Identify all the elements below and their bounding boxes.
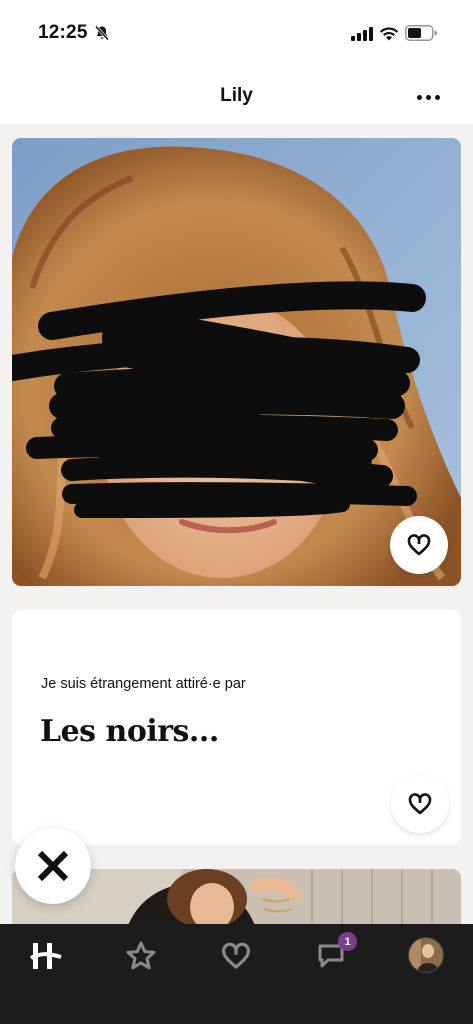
nav-likes[interactable] — [218, 938, 254, 974]
messages-badge: 1 — [338, 932, 357, 951]
like-prompt-button[interactable] — [391, 775, 449, 833]
skip-button[interactable] — [15, 828, 91, 904]
heart-icon — [408, 793, 432, 815]
status-bar: 12:25 — [0, 0, 473, 68]
profile-header: Lily — [0, 68, 473, 124]
more-dot — [425, 94, 431, 100]
more-options-button[interactable] — [408, 86, 448, 108]
heart-icon — [222, 942, 250, 969]
hinge-logo-icon — [30, 943, 62, 969]
prompt-card: Je suis étrangement attiré·e par Les noi… — [12, 610, 461, 845]
profile-name: Lily — [220, 85, 253, 106]
star-icon — [126, 941, 156, 970]
battery-icon — [405, 25, 437, 41]
prompt-answer: Les noirs... — [40, 714, 219, 749]
prompt-question: Je suis étrangement attiré·e par — [41, 676, 246, 692]
nav-discover[interactable] — [28, 938, 64, 974]
more-dot — [416, 94, 422, 100]
nav-profile-avatar[interactable] — [408, 937, 444, 973]
heart-icon — [407, 534, 431, 556]
profile-content[interactable]: Je suis étrangement attiré·e par Les noi… — [0, 124, 473, 924]
bottom-nav: 1 — [0, 924, 473, 1024]
profile-photo — [12, 138, 461, 586]
wifi-icon — [379, 27, 399, 41]
avatar — [409, 938, 443, 972]
nav-standouts[interactable] — [123, 938, 159, 974]
close-icon — [37, 850, 69, 882]
profile-photo-card — [12, 138, 461, 586]
status-time: 12:25 — [38, 22, 88, 43]
signal-icon — [351, 27, 373, 41]
like-photo-button[interactable] — [390, 516, 448, 574]
bell-off-icon — [94, 25, 110, 41]
more-dot — [434, 94, 440, 100]
